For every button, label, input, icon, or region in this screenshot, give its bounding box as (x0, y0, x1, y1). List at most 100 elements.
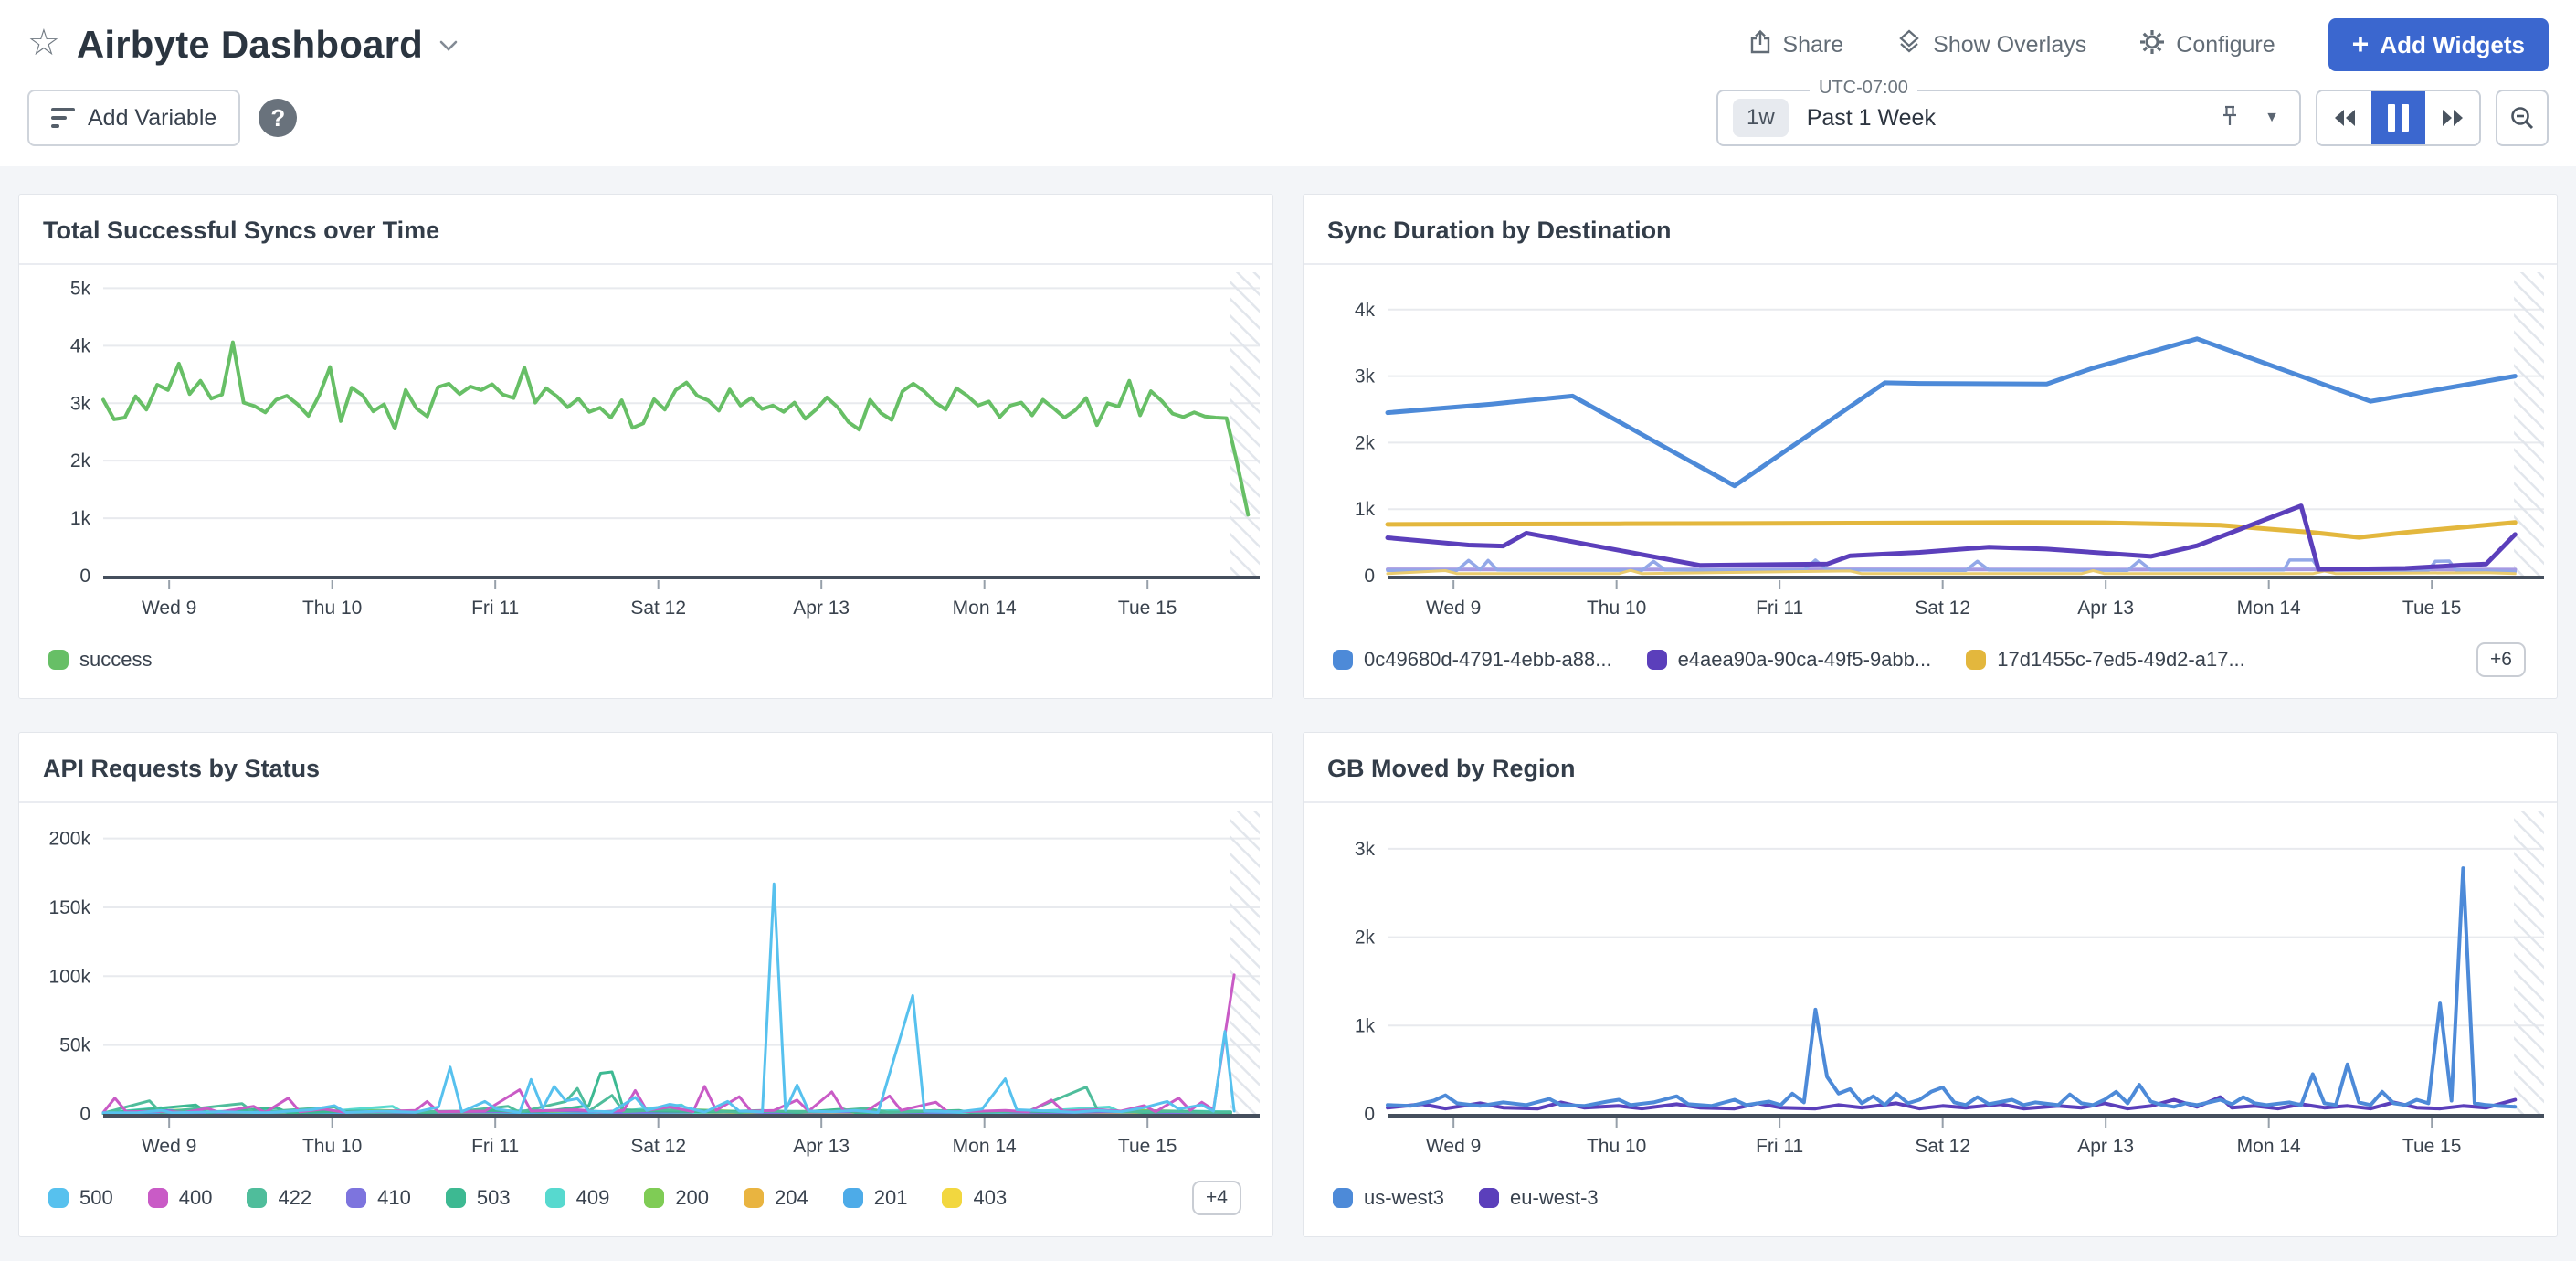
timezone-label: UTC-07:00 (1810, 78, 1917, 99)
legend-item[interactable]: 201 (843, 1186, 908, 1210)
svg-text:Wed 9: Wed 9 (142, 1136, 196, 1157)
toolbar: Add Variable ? UTC-07:00 1w Past 1 Week … (0, 79, 2576, 166)
svg-text:200k: 200k (48, 829, 90, 850)
time-backward-button[interactable] (2317, 91, 2371, 144)
chart-api-requests[interactable]: 050k100k150k200kWed 9Thu 10Fri 11Sat 12A… (19, 803, 1272, 1167)
widget-header: Sync Duration by Destination (1304, 195, 2557, 265)
legend-label: 500 (79, 1186, 113, 1210)
svg-text:3k: 3k (1355, 839, 1376, 860)
svg-text:1k: 1k (1355, 1015, 1376, 1036)
legend-label: 17d1455c-7ed5-49d2-a17... (1997, 648, 2245, 672)
legend-color-chip (1333, 1188, 1353, 1208)
legend-item[interactable]: 500 (48, 1186, 113, 1210)
chart-svg: 01k2k3k4k5kWed 9Thu 10Fri 11Sat 12Apr 13… (19, 265, 1272, 629)
legend: success (19, 629, 1272, 698)
legend-item[interactable]: us-west3 (1333, 1186, 1444, 1210)
time-range-chip[interactable]: 1w (1733, 99, 1789, 137)
legend-item[interactable]: e4aea90a-90ca-49f5-9abb... (1647, 648, 1932, 672)
legend-item[interactable]: 0c49680d-4791-4ebb-a88... (1333, 648, 1612, 672)
svg-text:100k: 100k (48, 966, 90, 987)
legend-item[interactable]: success (48, 648, 152, 672)
legend-item[interactable]: 503 (446, 1186, 511, 1210)
legend-item[interactable]: 204 (744, 1186, 808, 1210)
widget-header: Total Successful Syncs over Time (19, 195, 1272, 265)
svg-text:Thu 10: Thu 10 (1587, 1136, 1646, 1157)
legend-more-badge[interactable]: +4 (1192, 1181, 1241, 1215)
toolbar-right: UTC-07:00 1w Past 1 Week ▼ (1716, 90, 2549, 146)
svg-text:1k: 1k (1355, 499, 1376, 520)
time-pause-button[interactable] (2371, 91, 2425, 144)
legend-item[interactable]: eu-west-3 (1479, 1186, 1599, 1210)
svg-text:Mon 14: Mon 14 (953, 598, 1017, 619)
svg-text:0: 0 (1364, 1104, 1375, 1125)
legend-item[interactable]: 403 (942, 1186, 1007, 1210)
legend-label: 0c49680d-4791-4ebb-a88... (1364, 648, 1612, 672)
widget-title: GB Moved by Region (1327, 755, 2533, 783)
title-chevron-down-icon[interactable] (439, 40, 458, 57)
svg-text:Tue 15: Tue 15 (2402, 1136, 2462, 1157)
legend-item[interactable]: 200 (644, 1186, 709, 1210)
legend-label: success (79, 648, 152, 672)
legend-label: 403 (973, 1186, 1007, 1210)
svg-text:Apr 13: Apr 13 (2077, 1136, 2134, 1157)
legend: 500 400 422 410 503 409 200 204 201 403 +4 (19, 1167, 1272, 1236)
add-widgets-button[interactable]: + Add Widgets (2328, 18, 2549, 71)
gear-icon (2139, 29, 2165, 61)
zoom-out-button[interactable] (2496, 90, 2549, 146)
svg-text:Thu 10: Thu 10 (1587, 598, 1646, 619)
legend-color-chip (48, 650, 69, 670)
chart-total-successful-syncs[interactable]: 01k2k3k4k5kWed 9Thu 10Fri 11Sat 12Apr 13… (19, 265, 1272, 629)
svg-text:5k: 5k (70, 278, 91, 299)
svg-text:Thu 10: Thu 10 (302, 598, 362, 619)
svg-text:Sat 12: Sat 12 (630, 598, 686, 619)
pause-icon (2388, 104, 2409, 132)
svg-text:Tue 15: Tue 15 (1118, 598, 1177, 619)
svg-text:150k: 150k (48, 897, 90, 918)
svg-text:Apr 13: Apr 13 (793, 1136, 850, 1157)
widget-title: Total Successful Syncs over Time (43, 217, 1249, 245)
share-icon (1749, 29, 1771, 61)
legend-color-chip (644, 1188, 664, 1208)
legend-color-chip (1479, 1188, 1499, 1208)
time-forward-button[interactable] (2425, 91, 2479, 144)
widget-api-requests: API Requests by Status 050k100k150k200kW… (18, 732, 1273, 1237)
legend-more-badge[interactable]: +6 (2476, 642, 2526, 677)
time-nav-group (2316, 90, 2481, 146)
favorite-star-icon[interactable]: ☆ (27, 25, 60, 61)
legend-item[interactable]: 409 (545, 1186, 610, 1210)
svg-text:Fri 11: Fri 11 (471, 1136, 519, 1157)
configure-button[interactable]: Configure (2139, 29, 2275, 61)
time-range-picker[interactable]: UTC-07:00 1w Past 1 Week ▼ (1716, 90, 2301, 146)
chart-sync-duration[interactable]: 01k2k3k4kWed 9Thu 10Fri 11Sat 12Apr 13Mo… (1304, 265, 2557, 629)
svg-text:4k: 4k (70, 335, 91, 356)
legend-item[interactable]: 410 (346, 1186, 411, 1210)
legend-item[interactable]: 17d1455c-7ed5-49d2-a17... (1966, 648, 2245, 672)
svg-text:1k: 1k (70, 508, 91, 529)
chart-svg: 01k2k3kWed 9Thu 10Fri 11Sat 12Apr 13Mon … (1304, 803, 2557, 1167)
widget-header: GB Moved by Region (1304, 733, 2557, 803)
add-variable-button[interactable]: Add Variable (27, 90, 240, 146)
filter-icon (51, 108, 75, 128)
pin-icon[interactable] (2219, 104, 2241, 132)
legend-item[interactable]: 400 (148, 1186, 213, 1210)
svg-text:Sat 12: Sat 12 (1915, 598, 1970, 619)
legend-label: 200 (675, 1186, 709, 1210)
legend-label: 422 (278, 1186, 311, 1210)
svg-text:Apr 13: Apr 13 (2077, 598, 2134, 619)
legend-item[interactable]: 422 (247, 1186, 311, 1210)
share-button[interactable]: Share (1749, 29, 1843, 61)
svg-text:50k: 50k (59, 1035, 90, 1056)
svg-text:Fri 11: Fri 11 (1756, 598, 1803, 619)
legend-label: e4aea90a-90ca-49f5-9abb... (1678, 648, 1932, 672)
show-overlays-button[interactable]: Show Overlays (1896, 29, 2086, 61)
legend-color-chip (545, 1188, 565, 1208)
show-overlays-label: Show Overlays (1933, 32, 2086, 58)
legend-color-chip (148, 1188, 168, 1208)
chart-gb-moved[interactable]: 01k2k3kWed 9Thu 10Fri 11Sat 12Apr 13Mon … (1304, 803, 2557, 1167)
legend-color-chip (346, 1188, 366, 1208)
widget-sync-duration: Sync Duration by Destination 01k2k3k4kWe… (1303, 194, 2558, 699)
legend-color-chip (247, 1188, 267, 1208)
toolbar-left: Add Variable ? (27, 90, 297, 146)
time-caret-down-icon[interactable]: ▼ (2265, 110, 2279, 126)
help-icon[interactable]: ? (259, 99, 297, 137)
